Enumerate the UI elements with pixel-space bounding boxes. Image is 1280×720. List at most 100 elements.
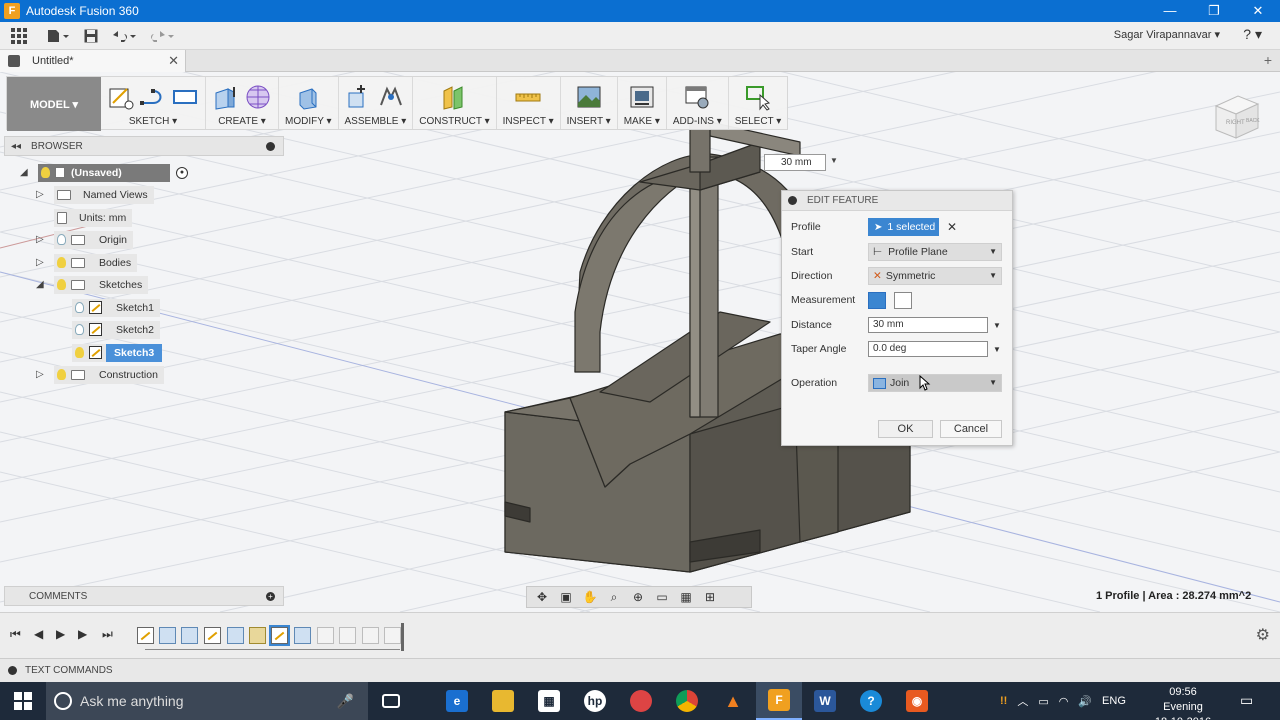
make-group[interactable]: MAKE ▾ — [618, 77, 667, 129]
visibility-bulb-icon[interactable] — [57, 369, 66, 380]
save-icon[interactable] — [78, 22, 104, 50]
attached-canvas-icon[interactable] — [575, 83, 603, 111]
expanded-arrow-icon[interactable]: ◢ — [20, 167, 32, 178]
edge-taskbar-app[interactable]: e — [434, 682, 480, 720]
microphone-icon[interactable]: 🎤 — [337, 693, 354, 710]
zoom-icon[interactable]: ⌕ — [603, 590, 625, 605]
minimize-button[interactable]: — — [1148, 0, 1192, 22]
modify-group[interactable]: MODIFY ▾ — [279, 77, 339, 129]
new-component-icon[interactable] — [345, 83, 373, 111]
activate-component-icon[interactable]: ● — [176, 166, 188, 179]
extrude-icon[interactable] — [212, 83, 240, 111]
go-to-end-icon[interactable]: ⏭ — [102, 627, 113, 642]
display-settings-icon[interactable]: ▭ — [651, 590, 673, 604]
volume-icon[interactable]: 🔊 — [1078, 695, 1092, 708]
measure-icon[interactable] — [514, 83, 542, 111]
clear-selection-icon[interactable]: ✕ — [947, 220, 957, 234]
sketch3-item[interactable]: Sketch3 — [72, 343, 163, 362]
design-canvas[interactable]: MODEL ▾ SKETCH ▾ CREATE ▾ MODIFY ▾ ASSEM… — [0, 72, 1280, 612]
expand-text-commands-icon[interactable] — [8, 666, 17, 675]
show-hidden-icons-icon[interactable]: ︿ — [1017, 693, 1028, 709]
recorder-taskbar-app[interactable]: ◉ — [894, 682, 940, 720]
document-tab[interactable]: Untitled* ✕ — [0, 50, 186, 72]
construction-item[interactable]: Construction — [54, 365, 164, 384]
tree-root-row[interactable]: ◢ (Unsaved) ● — [20, 163, 188, 182]
tree-row-units[interactable]: Units: mm — [54, 208, 133, 227]
tree-row-origin[interactable]: ▷ Origin — [36, 230, 134, 249]
distance-input[interactable]: 30 mm — [868, 317, 988, 333]
chrome-taskbar-app[interactable] — [664, 682, 710, 720]
collapsed-arrow-icon[interactable]: ▷ — [36, 369, 48, 380]
cancel-button[interactable]: Cancel — [940, 420, 1002, 438]
timeline-settings-gear-icon[interactable]: ⚙ — [1256, 625, 1270, 645]
dialog-header[interactable]: EDIT FEATURE — [782, 191, 1012, 211]
press-pull-icon[interactable] — [294, 83, 322, 111]
data-panel-grid-icon[interactable] — [0, 22, 38, 50]
cortana-search-box[interactable]: Ask me anything 🎤 — [46, 682, 368, 720]
timeline-sketch-feature[interactable] — [137, 627, 154, 644]
action-center-icon[interactable]: ▭ — [1240, 692, 1253, 709]
collapsed-arrow-icon[interactable]: ▷ — [36, 189, 48, 200]
addins-group[interactable]: ADD-INS ▾ — [667, 77, 729, 129]
tree-row-sketch3[interactable]: Sketch3 — [72, 343, 163, 362]
rectangle-icon[interactable] — [171, 83, 199, 111]
dimension-dropdown-icon[interactable]: ▼ — [830, 156, 838, 165]
distance-dropdown-icon[interactable]: ▼ — [993, 321, 1001, 330]
look-at-icon[interactable]: ▣ — [555, 590, 577, 604]
start-dropdown[interactable]: ⊢ Profile Plane ▼ — [868, 243, 1002, 261]
tree-row-sketch2[interactable]: Sketch2 — [72, 320, 160, 339]
store-taskbar-app[interactable]: ▦ — [526, 682, 572, 720]
whole-length-measure-icon[interactable] — [894, 291, 912, 309]
scripts-addins-icon[interactable] — [683, 83, 711, 111]
direction-dropdown[interactable]: ✕ Symmetric ▼ — [868, 267, 1002, 285]
workspace-switcher[interactable]: MODEL ▾ — [7, 77, 101, 131]
visibility-bulb-icon[interactable] — [57, 234, 66, 245]
bodies-item[interactable]: Bodies — [54, 253, 138, 272]
collapse-dialog-icon[interactable] — [788, 196, 797, 205]
browser-pin-icon[interactable] — [266, 142, 275, 151]
timeline-extrude-feature[interactable] — [181, 627, 198, 644]
app-taskbar-app[interactable] — [618, 682, 664, 720]
half-length-measure-icon[interactable] — [868, 291, 886, 309]
taper-dropdown-icon[interactable]: ▼ — [993, 345, 1001, 354]
visibility-bulb-icon[interactable] — [75, 324, 84, 335]
close-tab-icon[interactable]: ✕ — [168, 53, 179, 69]
step-forward-icon[interactable]: ▶ — [78, 627, 87, 641]
timeline-suppressed-feature[interactable] — [339, 627, 356, 644]
maximize-button[interactable]: ❐ — [1192, 0, 1236, 22]
comments-panel[interactable]: COMMENTS + — [4, 586, 284, 606]
file-menu-icon[interactable] — [38, 22, 78, 50]
go-to-start-icon[interactable]: ⏮ — [10, 627, 21, 642]
joint-icon[interactable] — [377, 83, 405, 111]
grid-settings-icon[interactable]: ▦ — [675, 590, 697, 604]
offset-plane-icon[interactable] — [440, 83, 468, 111]
explorer-taskbar-app[interactable] — [480, 682, 526, 720]
hp-taskbar-app[interactable]: hp — [572, 682, 618, 720]
help-taskbar-app[interactable]: ? — [848, 682, 894, 720]
step-back-icon[interactable]: ◀ — [34, 627, 43, 641]
root-component[interactable]: (Unsaved) — [38, 163, 170, 182]
play-icon[interactable]: ▶ — [56, 627, 65, 641]
tree-row-named-views[interactable]: ▷ Named Views — [36, 185, 154, 204]
timeline-suppressed-feature[interactable] — [362, 627, 379, 644]
sketch-group[interactable]: SKETCH ▾ — [101, 77, 206, 129]
undo-icon[interactable] — [104, 22, 144, 50]
construct-group[interactable]: CONSTRUCT ▾ — [413, 77, 497, 129]
tree-row-construction[interactable]: ▷ Construction — [36, 365, 164, 384]
named-views-item[interactable]: Named Views — [54, 185, 154, 204]
timeline-extrude-feature[interactable] — [294, 627, 311, 644]
origin-item[interactable]: Origin — [54, 230, 134, 249]
visibility-bulb-icon[interactable] — [75, 347, 84, 358]
collapsed-arrow-icon[interactable]: ▷ — [36, 234, 48, 245]
tree-row-bodies[interactable]: ▷ Bodies — [36, 253, 138, 272]
profile-selection-button[interactable]: ➤ 1 selected — [868, 218, 939, 236]
timeline-active-sketch-feature[interactable] — [269, 625, 290, 646]
ok-button[interactable]: OK — [878, 420, 933, 438]
tree-row-sketches[interactable]: ◢ Sketches — [36, 275, 149, 294]
3d-print-icon[interactable] — [628, 83, 656, 111]
battery-icon[interactable]: ▭ — [1038, 695, 1048, 708]
tree-row-sketch1[interactable]: Sketch1 — [72, 298, 160, 317]
text-commands-bar[interactable]: TEXT COMMANDS — [0, 658, 1280, 682]
sketches-item[interactable]: Sketches — [54, 275, 149, 294]
timeline-extrude-feature[interactable] — [159, 627, 176, 644]
